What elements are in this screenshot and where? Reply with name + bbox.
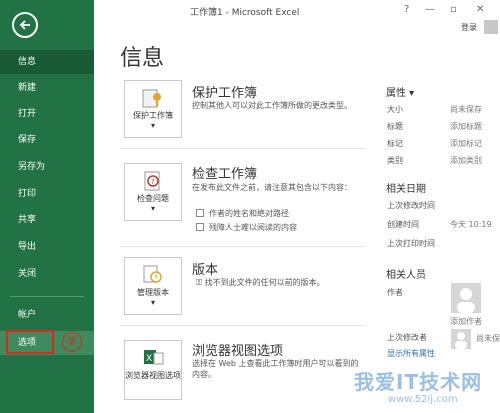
close-icon[interactable]: ✕	[476, 4, 484, 15]
created-time-value: 今天 10:19	[450, 220, 492, 229]
nav-divider	[10, 296, 84, 297]
versions-title: 版本	[192, 263, 219, 278]
prop-label: 上次修改时间	[387, 201, 435, 210]
nav-account[interactable]: 帐户	[0, 303, 94, 327]
minimize-icon[interactable]: —	[425, 4, 435, 15]
prop-label: 大小	[387, 105, 403, 114]
nav-new[interactable]: 新建	[0, 76, 94, 100]
browser-view-options-label: 浏览器视图选项	[125, 371, 181, 380]
prop-label: 类别	[387, 156, 403, 165]
protect-workbook-title: 保护工作簿	[192, 86, 258, 101]
prop-label: 创建时间	[387, 220, 419, 229]
browser-view-title: 浏览器视图选项	[192, 344, 284, 359]
versions-icon	[140, 264, 166, 286]
add-tag-field[interactable]: 添加标记	[450, 138, 482, 149]
section-divider	[120, 246, 365, 247]
nav-save-as[interactable]: 另存为	[0, 155, 94, 179]
prop-label: 标题	[387, 122, 403, 131]
add-author-link[interactable]: 添加作者	[450, 316, 482, 327]
inspect-workbook-desc: 在发布此文件之前，请注意其包含以下内容：	[192, 183, 352, 192]
prop-label: 上次打印时间	[387, 239, 435, 248]
restore-icon[interactable]: ▫	[450, 4, 457, 15]
protect-workbook-button[interactable]: 保护工作簿 ▾	[124, 80, 182, 138]
related-people-heading: 相关人员	[386, 270, 426, 281]
watermark-logo: 我爱IT技术网 www.52ij.com	[326, 360, 496, 410]
check-issues-label: 检查问题	[137, 194, 169, 203]
manage-versions-button[interactable]: 管理版本 ▾	[124, 257, 182, 315]
back-arrow-icon[interactable]	[12, 12, 38, 38]
section-divider	[120, 325, 365, 326]
list-item: 残障人士难以阅读的内容	[196, 222, 297, 233]
author-avatar-icon	[451, 283, 481, 313]
inspect-workbook-title: 检查工作簿	[192, 167, 258, 182]
check-issues-button[interactable]: ? 检查问题 ▾	[124, 163, 182, 221]
manage-versions-label: 管理版本	[137, 288, 169, 297]
bullet-icon	[196, 223, 204, 231]
dropdown-arrow-icon: ▾	[150, 204, 155, 213]
dropdown-arrow-icon: ▾	[150, 121, 155, 130]
protect-workbook-label: 保护工作簿	[133, 111, 173, 120]
info-icon: ⚿	[196, 278, 205, 287]
add-category-field[interactable]: 添加类别	[450, 155, 482, 166]
watermark-url: www.52ij.com	[388, 394, 458, 405]
inspect-doc-icon: ?	[140, 170, 166, 192]
nav-export[interactable]: 导出	[0, 235, 94, 259]
options-highlight-box	[6, 330, 54, 354]
show-all-properties-link[interactable]: 显示所有属性	[387, 348, 435, 359]
step-number: ②	[62, 332, 82, 352]
nav-close[interactable]: 关闭	[0, 262, 94, 286]
excel-browser-icon: X	[140, 347, 166, 369]
section-divider	[120, 148, 365, 149]
login-link[interactable]: 登录	[461, 22, 477, 33]
help-icon[interactable]: ?	[404, 4, 409, 15]
step-callout: ②	[58, 328, 90, 360]
bullet-icon	[196, 209, 204, 217]
dropdown-arrow-icon: ▾	[150, 298, 155, 307]
related-dates-heading: 相关日期	[386, 184, 426, 195]
user-avatar[interactable]	[484, 20, 498, 34]
svg-text:?: ?	[151, 178, 155, 186]
properties-dropdown[interactable]: 属性 ▾	[386, 84, 414, 99]
nav-open[interactable]: 打开	[0, 102, 94, 126]
prop-value: 尚未保存	[450, 105, 482, 114]
list-item: 作者的姓名和绝对路径	[196, 208, 289, 219]
modifier-avatar-icon	[451, 329, 471, 349]
prop-label: 作者	[387, 288, 403, 297]
protect-workbook-desc: 控制其他人可以对此工作簿所做的更改类型。	[192, 101, 352, 110]
nav-save[interactable]: 保存	[0, 128, 94, 152]
lock-key-icon	[140, 87, 166, 109]
svg-text:X: X	[146, 354, 152, 364]
versions-desc: ⚿ 找不到此文件的任何以前的版本。	[196, 278, 325, 287]
watermark-text: 我爱IT技术网	[354, 370, 483, 394]
prop-label: 标记	[387, 139, 403, 148]
prop-label: 上次修改者	[387, 333, 427, 342]
window-title: 工作簿1 - Microsoft Excel	[190, 8, 300, 18]
nav-print[interactable]: 打印	[0, 182, 94, 206]
nav-share[interactable]: 共享	[0, 208, 94, 232]
browser-view-options-button[interactable]: X 浏览器视图选项	[124, 340, 182, 400]
not-saved-value: 尚未保存	[476, 334, 500, 343]
nav-info[interactable]: 信息	[0, 50, 94, 74]
page-title: 信息	[120, 46, 165, 71]
add-title-field[interactable]: 添加标题	[450, 121, 482, 132]
